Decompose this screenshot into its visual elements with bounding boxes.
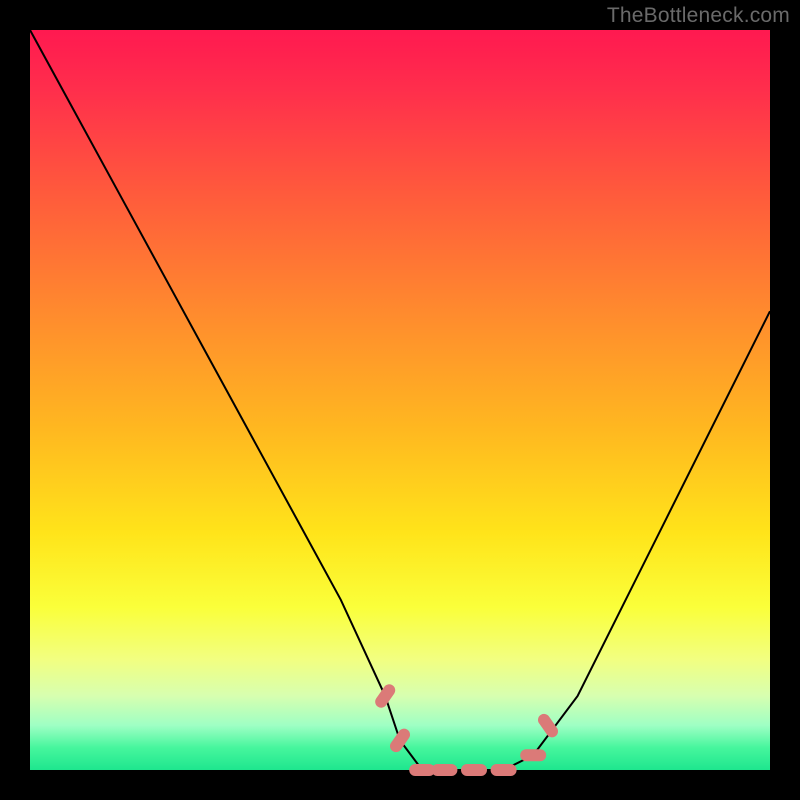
highlight-marker	[461, 764, 487, 776]
watermark-text: TheBottleneck.com	[607, 4, 790, 28]
highlight-marker	[536, 712, 561, 740]
plot-area	[30, 30, 770, 770]
highlight-marker	[388, 726, 413, 754]
curve-svg	[30, 30, 770, 770]
highlight-markers-group	[373, 682, 561, 776]
bottleneck-curve-path	[30, 30, 770, 770]
highlight-marker	[520, 749, 546, 761]
highlight-marker	[373, 682, 398, 710]
highlight-marker	[431, 764, 457, 776]
highlight-marker	[491, 764, 517, 776]
highlight-marker	[409, 764, 435, 776]
chart-frame: TheBottleneck.com	[0, 0, 800, 800]
